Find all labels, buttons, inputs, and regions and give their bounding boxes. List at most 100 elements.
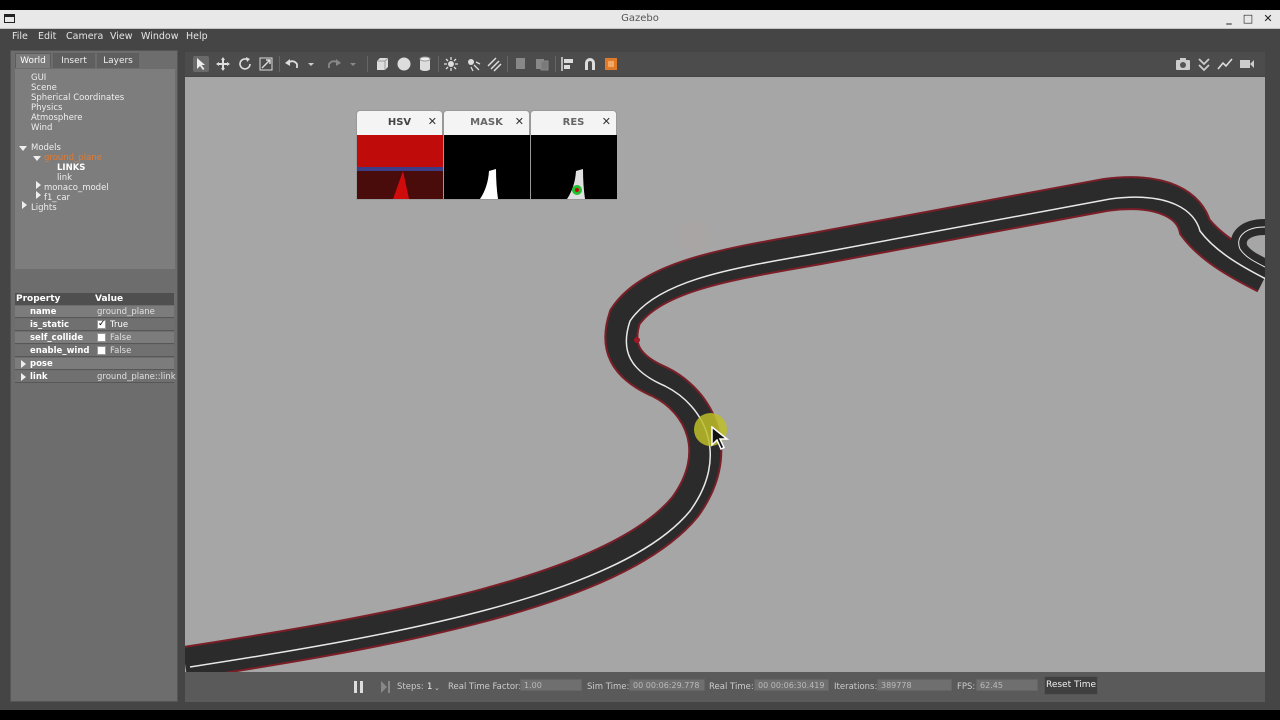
toolbar <box>185 52 1265 76</box>
directional-light-icon[interactable] <box>486 56 502 72</box>
sphere-shape-icon[interactable] <box>396 56 412 72</box>
expand-arrow-icon[interactable] <box>21 360 26 368</box>
align-icon[interactable] <box>560 56 576 72</box>
steps-stepper-icon[interactable]: ⌄ <box>434 684 440 692</box>
tab-layers[interactable]: Layers <box>97 53 139 68</box>
mouse-cursor-icon <box>711 426 730 451</box>
undo-history-dropdown-icon[interactable] <box>306 56 316 72</box>
tree-item-links[interactable]: LINKS <box>57 163 85 173</box>
menu-view[interactable]: View <box>110 31 133 42</box>
copy-icon[interactable] <box>512 56 528 72</box>
tree-item-physics[interactable]: Physics <box>31 103 62 113</box>
property-value: True <box>110 320 129 330</box>
tree-item-ground-plane[interactable]: ground_plane <box>44 153 102 163</box>
property-row-is-static[interactable]: is_static ✓ True <box>15 319 174 331</box>
expand-arrow-icon[interactable] <box>19 146 27 151</box>
property-row-pose[interactable]: pose <box>15 358 174 370</box>
fps-value: 62.45 <box>976 679 1038 691</box>
property-value: False <box>110 346 132 356</box>
tree-item-wind[interactable]: Wind <box>31 123 52 133</box>
property-row-name[interactable]: name ground_plane <box>15 306 174 318</box>
mask-window[interactable]: MASK ✕ <box>443 110 530 200</box>
tree-item-atmosphere[interactable]: Atmosphere <box>31 113 82 123</box>
redo-icon[interactable] <box>326 56 342 72</box>
rtf-label: Real Time Factor: <box>448 682 522 692</box>
hsv-image <box>357 135 443 199</box>
box-shape-icon[interactable] <box>374 56 390 72</box>
value-header-label: Value <box>95 294 124 304</box>
menu-camera[interactable]: Camera <box>66 31 103 42</box>
reset-time-button[interactable]: Reset Time <box>1044 676 1098 695</box>
tab-insert[interactable]: Insert <box>53 53 95 68</box>
tree-item-spherical-coordinates[interactable]: Spherical Coordinates <box>31 93 124 103</box>
menu-window[interactable]: Window <box>141 31 178 42</box>
rtf-value: 1.00 <box>520 679 582 691</box>
self-collide-checkbox[interactable] <box>97 333 106 342</box>
point-light-icon[interactable] <box>443 56 459 72</box>
iterations-value: 389778 <box>877 679 952 691</box>
paste-icon[interactable] <box>534 56 550 72</box>
menu-file[interactable]: File <box>12 31 28 42</box>
tree-item-models[interactable]: Models <box>31 143 61 153</box>
pause-icon[interactable] <box>353 680 365 694</box>
close-icon[interactable]: ✕ <box>1261 13 1275 26</box>
tree-item-scene[interactable]: Scene <box>31 83 57 93</box>
collapse-arrow-icon[interactable] <box>36 181 41 189</box>
change-view-icon[interactable] <box>603 56 619 72</box>
property-key: name <box>30 307 57 317</box>
property-row-link[interactable]: link ground_plane::link <box>15 371 176 383</box>
redo-history-dropdown-icon[interactable] <box>348 56 358 72</box>
hsv-window[interactable]: HSV ✕ <box>356 110 443 200</box>
plot-icon[interactable] <box>1217 56 1233 72</box>
property-key: link <box>30 372 48 382</box>
screenshot-camera-icon[interactable] <box>1175 56 1191 72</box>
res-window[interactable]: RES ✕ <box>530 110 617 200</box>
tree-item-link[interactable]: link <box>57 173 72 183</box>
property-header: Property Value <box>15 293 174 305</box>
property-value[interactable]: ground_plane <box>97 307 155 317</box>
menu-edit[interactable]: Edit <box>38 31 56 42</box>
property-value: False <box>110 333 132 343</box>
status-bar: Steps: 1 ⌄ Real Time Factor: 1.00 Sim Ti… <box>185 672 1265 702</box>
tab-world[interactable]: World <box>15 53 51 68</box>
tree-item-lights[interactable]: Lights <box>31 203 57 213</box>
property-value: ground_plane::link <box>97 372 176 382</box>
enable-wind-checkbox[interactable] <box>97 346 106 355</box>
translate-mode-icon[interactable] <box>215 56 231 72</box>
expand-arrow-icon[interactable] <box>21 373 26 381</box>
snap-magnet-icon[interactable] <box>582 56 598 72</box>
tree-item-monaco-model[interactable]: monaco_model <box>44 183 109 193</box>
steps-value[interactable]: 1 <box>427 682 432 692</box>
property-key: is_static <box>30 320 70 330</box>
left-panel: World Insert Layers GUI Scene Spherical … <box>10 50 178 702</box>
property-row-self-collide[interactable]: self_collide False <box>15 332 174 344</box>
close-icon[interactable]: ✕ <box>515 115 524 128</box>
property-key: pose <box>30 359 53 369</box>
is-static-checkbox[interactable]: ✓ <box>97 319 106 329</box>
cylinder-shape-icon[interactable] <box>417 56 433 72</box>
menu-help[interactable]: Help <box>186 31 208 42</box>
spot-light-icon[interactable] <box>465 56 481 72</box>
res-image <box>531 135 617 199</box>
rotate-mode-icon[interactable] <box>237 56 253 72</box>
minimize-icon[interactable]: _ <box>1222 13 1236 26</box>
log-data-icon[interactable] <box>1196 56 1212 72</box>
close-icon[interactable]: ✕ <box>602 115 611 128</box>
steps-label: Steps: <box>397 682 424 692</box>
maximize-icon[interactable]: □ <box>1241 13 1255 26</box>
step-icon[interactable] <box>380 680 392 694</box>
close-icon[interactable]: ✕ <box>428 115 437 128</box>
title-bar: Gazebo _ □ ✕ <box>0 10 1280 29</box>
world-tree: GUI Scene Spherical Coordinates Physics … <box>15 69 175 269</box>
undo-icon[interactable] <box>284 56 300 72</box>
collapse-arrow-icon[interactable] <box>22 201 27 209</box>
video-record-icon[interactable] <box>1239 56 1255 72</box>
property-row-enable-wind[interactable]: enable_wind False <box>15 345 174 357</box>
expand-arrow-icon[interactable] <box>33 156 41 161</box>
scale-mode-icon[interactable] <box>258 56 274 72</box>
tree-item-gui[interactable]: GUI <box>31 73 46 83</box>
collapse-arrow-icon[interactable] <box>36 191 41 199</box>
tree-item-f1-car[interactable]: f1_car <box>44 193 70 203</box>
3d-viewport[interactable]: HSV ✕ MASK ✕ RES ✕ <box>185 77 1265 680</box>
select-mode-icon[interactable] <box>193 56 209 72</box>
